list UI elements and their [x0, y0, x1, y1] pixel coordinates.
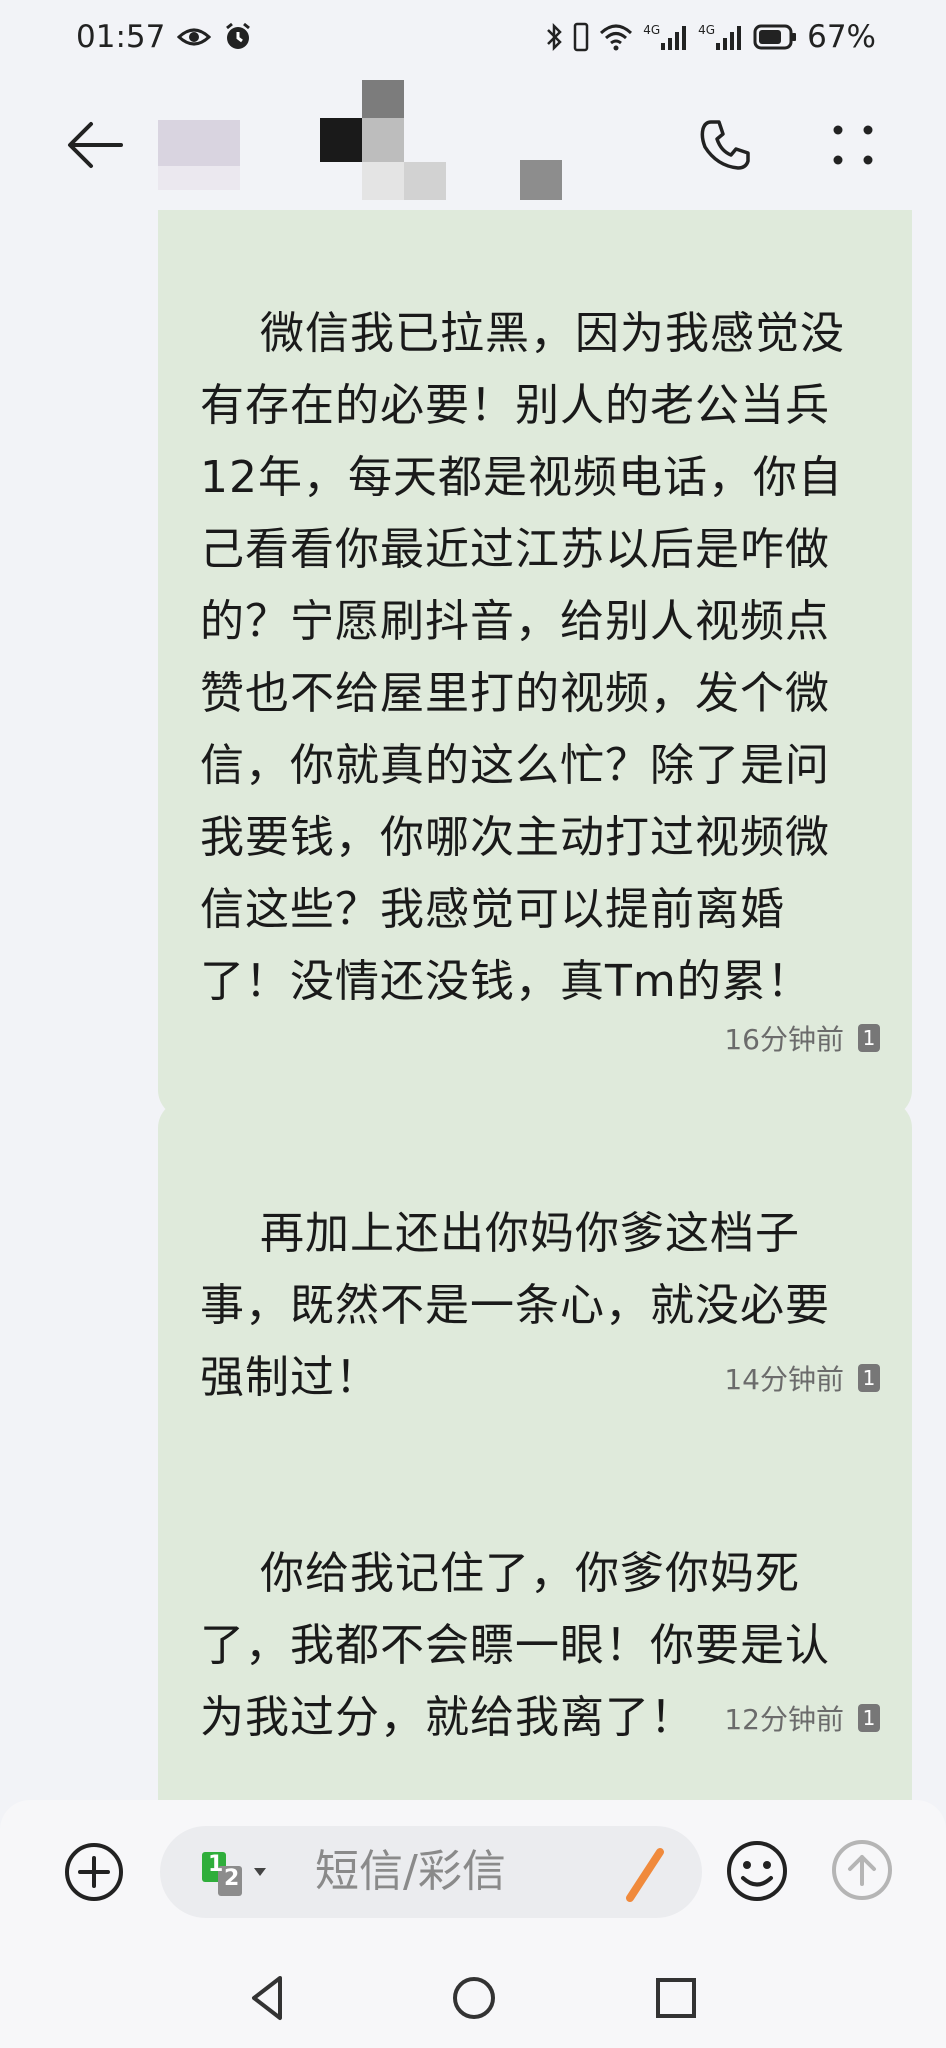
send-icon	[832, 1840, 892, 1900]
mosaic-block	[520, 160, 562, 200]
message-input-container[interactable]: 1 2 短信/彩信	[160, 1826, 702, 1918]
message-meta: 16分钟前 1	[724, 1018, 880, 1058]
sim-selector[interactable]: 1 2	[200, 1846, 280, 1902]
mosaic-block	[158, 120, 240, 166]
add-icon	[65, 1843, 123, 1901]
message-text: 微信我已拉黑，因为我感觉没有存在的必要！别人的老公当兵12年，每天都是视频电话，…	[200, 308, 845, 1007]
network-type-label: 4G	[643, 23, 661, 37]
mosaic-block	[404, 162, 446, 200]
battery-icon	[753, 24, 797, 50]
mosaic-block	[362, 80, 404, 118]
message-bubble[interactable]: 微信我已拉黑，因为我感觉没有存在的必要！别人的老公当兵12年，每天都是视频电话，…	[158, 210, 912, 1118]
message-bubble[interactable]: 你给我记住了，你爹你妈死了，我都不会瞟一眼！你要是认为我过分，就给我离了！	[158, 1440, 912, 1800]
send-button[interactable]	[830, 1838, 894, 1902]
mosaic-block	[320, 118, 362, 162]
nav-back-icon	[252, 1976, 282, 2020]
status-left: 01:57	[76, 19, 253, 55]
signal-icon-2: 4G	[698, 23, 743, 51]
back-arrow-icon	[68, 122, 123, 168]
nav-recent-icon	[656, 1978, 696, 2018]
more-options-button[interactable]	[818, 110, 888, 180]
message-time: 16分钟前	[724, 1023, 844, 1056]
emoji-button[interactable]	[724, 1838, 790, 1904]
conversation-header	[0, 80, 946, 200]
contact-name-redacted[interactable]	[158, 80, 598, 200]
mosaic-block	[362, 162, 404, 200]
message-meta: 12分钟前 1	[724, 1698, 880, 1738]
more-icon	[833, 125, 873, 165]
message-meta: 14分钟前 1	[724, 1358, 880, 1398]
bluetooth-icon	[545, 22, 563, 52]
eye-icon	[177, 25, 212, 49]
composer-bar: 1 2 短信/彩信	[0, 1800, 946, 1940]
nav-home-button[interactable]	[446, 1970, 502, 2026]
pen-icon[interactable]	[620, 1844, 680, 1904]
mosaic-block	[158, 166, 240, 190]
emoji-icon	[727, 1841, 787, 1901]
vibrate-icon	[573, 22, 589, 52]
battery-percent: 67%	[807, 19, 876, 55]
phone-icon	[700, 120, 750, 170]
message-bubble-partial[interactable]	[158, 1780, 912, 1800]
message-time: 12分钟前	[724, 1703, 844, 1736]
network-type-label-2: 4G	[698, 23, 716, 37]
status-right: 4G 4G 67%	[545, 19, 876, 55]
back-button[interactable]	[60, 110, 130, 180]
add-attachment-button[interactable]	[62, 1840, 126, 1904]
sim-primary-label: 1	[208, 1852, 224, 1877]
status-time: 01:57	[76, 19, 166, 55]
mosaic-block	[362, 118, 404, 162]
alarm-icon	[223, 22, 253, 52]
message-list[interactable]: 微信我已拉黑，因为我感觉没有存在的必要！别人的老公当兵12年，每天都是视频电话，…	[0, 200, 946, 1800]
nav-recent-button[interactable]	[648, 1970, 704, 2026]
sim-secondary-label: 2	[224, 1866, 240, 1891]
signal-icon: 4G	[643, 23, 688, 51]
system-nav-bar	[0, 1940, 946, 2048]
call-button[interactable]	[690, 110, 760, 180]
sim-card-icon: 1	[858, 1704, 880, 1732]
nav-home-icon	[453, 1977, 495, 2019]
sim-card-icon: 1	[858, 1024, 880, 1052]
sim-card-icon: 1	[858, 1364, 880, 1392]
wifi-icon	[599, 23, 633, 51]
message-time: 14分钟前	[724, 1363, 844, 1396]
nav-back-button[interactable]	[240, 1970, 296, 2026]
message-input[interactable]: 短信/彩信	[315, 1826, 506, 1918]
status-bar: 01:57 4G 4G 67%	[0, 0, 946, 74]
